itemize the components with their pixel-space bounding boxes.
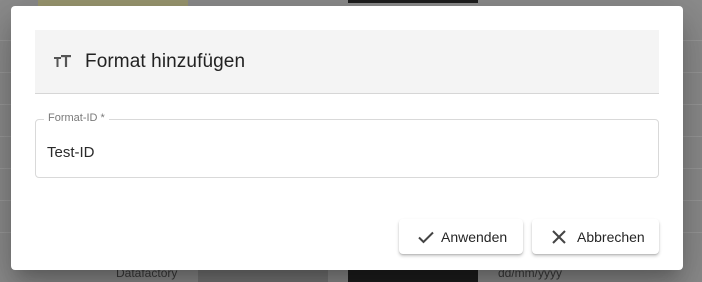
dialog-header: Format hinzufügen: [35, 30, 659, 94]
dialog-title: Format hinzufügen: [85, 50, 246, 72]
apply-button[interactable]: Anwenden: [399, 219, 523, 254]
cancel-button[interactable]: Abbrechen: [532, 219, 659, 254]
close-icon: [550, 227, 570, 247]
check-icon: [416, 227, 436, 247]
format-id-field[interactable]: Format-ID *: [35, 112, 659, 178]
apply-button-label: Anwenden: [441, 228, 508, 245]
format-id-label: Format-ID *: [44, 112, 109, 124]
format-id-input[interactable]: [47, 144, 627, 161]
text-format-icon: [52, 52, 72, 72]
add-format-dialog: Format hinzufügen Format-ID * Anwenden A…: [11, 6, 683, 270]
cancel-button-label: Abbrechen: [577, 228, 645, 245]
background-dark-cell: [348, 0, 478, 3]
